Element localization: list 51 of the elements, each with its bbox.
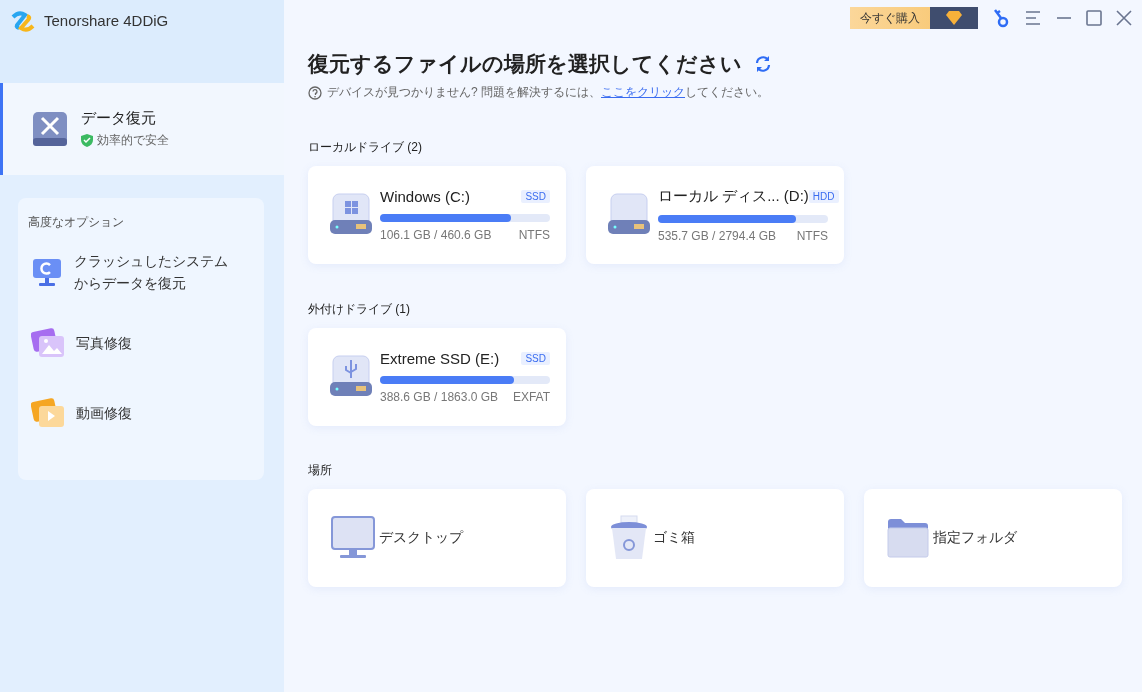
drive-name: Windows (C:) xyxy=(380,188,470,205)
page-title: 復元するファイルの場所を選択してください xyxy=(308,51,742,77)
close-icon[interactable] xyxy=(1116,10,1132,26)
data-recovery-item[interactable]: データ復元 効率的で安全 xyxy=(0,83,284,175)
drive-name: ローカル ディス... (D:) xyxy=(658,187,809,206)
drive-usage: 106.1 GB / 460.6 GB xyxy=(380,228,492,242)
buy-now-button[interactable]: 今すぐ購入 xyxy=(850,7,978,29)
drive-card[interactable]: ローカル ディス... (D:) HDD 535.7 GB / 2794.4 GB NTFS xyxy=(586,166,844,264)
file-system: NTFS xyxy=(518,228,550,242)
location-label: 指定フォルダ xyxy=(933,529,1017,547)
section-heading: 外付けドライブ (1) xyxy=(308,301,411,318)
menu-icon[interactable] xyxy=(1024,10,1042,26)
folder-icon xyxy=(887,518,929,558)
advanced-options-heading: 高度なオプション xyxy=(28,214,125,231)
video-play-icon xyxy=(31,398,65,428)
secure-label: 効率的で安全 xyxy=(97,132,169,149)
advanced-option-item[interactable]: クラッシュしたシステムからデータを復元 xyxy=(28,249,254,295)
section-heading: 場所 xyxy=(308,462,333,479)
location-label: デスクトップ xyxy=(379,529,463,547)
help-text: デバイスが見つかりません? 問題を解決するには、ここをクリック してください。 xyxy=(327,84,769,101)
drive-usage: 388.6 GB / 1863.0 GB xyxy=(380,390,499,404)
drive-card[interactable]: Extreme SSD (E:) SSD 388.6 GB / 1863.0 GB EXFAT xyxy=(308,328,566,426)
key-icon[interactable] xyxy=(992,8,1010,28)
drive-card[interactable]: Windows (C:) SSD 106.1 GB / 460.6 GB NTFS xyxy=(308,166,566,264)
drive-usage: 535.7 GB / 2794.4 GB xyxy=(658,229,777,243)
location-card[interactable]: 指定フォルダ xyxy=(864,489,1122,587)
monitor-icon xyxy=(331,516,375,560)
logo-icon xyxy=(10,9,36,35)
refresh-icon[interactable] xyxy=(754,55,772,73)
click-here-link[interactable]: ここをクリック xyxy=(601,85,685,99)
file-system: EXFAT xyxy=(512,390,550,404)
diamond-icon xyxy=(946,11,962,25)
maximize-icon[interactable] xyxy=(1086,10,1102,26)
location-card[interactable]: ゴミ箱 xyxy=(586,489,844,587)
trash-bin-icon xyxy=(609,515,649,561)
advanced-option-item[interactable]: 写真修復 xyxy=(28,321,254,365)
data-recovery-title: データ復元 xyxy=(81,109,157,128)
location-card[interactable]: デスクトップ xyxy=(308,489,566,587)
drive-type-tag: SSD xyxy=(521,352,550,365)
drive-name: Extreme SSD (E:) xyxy=(380,350,500,367)
monitor-refresh-icon xyxy=(31,256,63,288)
location-label: ゴミ箱 xyxy=(653,529,695,547)
drive-type-tag: SSD xyxy=(521,190,550,203)
app-name: Tenorshare 4DDiG xyxy=(44,11,169,31)
shield-icon xyxy=(81,134,93,147)
advanced-option-item[interactable]: 動画修復 xyxy=(28,391,254,435)
file-system: NTFS xyxy=(796,229,828,243)
drive-type-tag: HDD xyxy=(808,190,839,203)
section-heading: ローカルドライブ (2) xyxy=(308,139,423,156)
image-icon xyxy=(31,328,65,358)
help-icon xyxy=(308,85,322,100)
